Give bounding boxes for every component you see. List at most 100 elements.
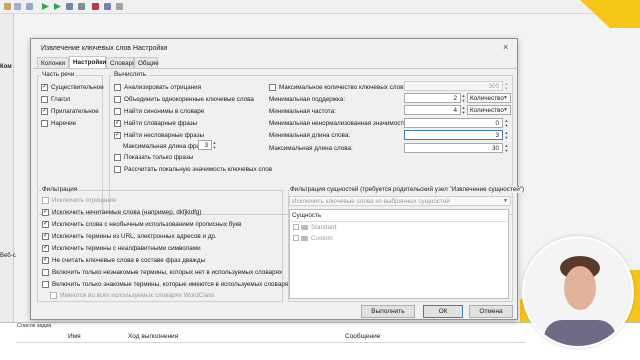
tab-columns[interactable]: Колонки [37, 57, 69, 68]
checkbox-exclude-negations[interactable] [42, 197, 49, 204]
nodes-icon[interactable] [104, 3, 111, 10]
checkbox-label: Найти несловарные фразы [124, 132, 205, 139]
cancel-button[interactable]: Отмена [469, 305, 513, 318]
entity-filter-title: Фильтрация сущностей (требуется родитель… [289, 186, 526, 193]
tree-item-custom[interactable]: Custom [311, 235, 333, 242]
palette-icon[interactable] [92, 3, 99, 10]
min-support-label: Минимальная поддержка: [269, 96, 346, 103]
folder-icon [301, 225, 308, 230]
min-support-unit-select[interactable]: Количество ▼ [467, 93, 511, 103]
step-icon[interactable] [66, 3, 73, 10]
close-icon[interactable]: × [503, 43, 508, 52]
tab-general[interactable]: Общие [134, 57, 159, 68]
dialog-title: Извлечение ключевых слов Настройки [41, 45, 168, 52]
checkbox-show-phrases-only[interactable] [114, 154, 121, 161]
checkbox-label: Показать только фразы [124, 154, 194, 161]
spin-arrows-icon[interactable]: ▲ ▼ [212, 140, 217, 150]
tab-divider [33, 68, 517, 69]
max-keywords-input[interactable]: 300 [404, 81, 503, 91]
checkbox-local-significance[interactable] [114, 166, 121, 173]
checkbox-label: Наречие [51, 120, 77, 127]
copy-icon[interactable] [26, 3, 33, 10]
min-word-length-input[interactable]: 3 [404, 130, 503, 140]
min-support-input[interactable]: 2 [404, 93, 461, 103]
column-header-message[interactable]: Сообщение [345, 333, 380, 340]
checkbox-exclude-unusual-case[interactable]: ✓ [42, 221, 49, 228]
select-value: Количество [470, 95, 504, 102]
spin-arrows-icon[interactable]: ▲ ▼ [461, 93, 466, 103]
min-frequency-unit-select[interactable]: Количество ▼ [467, 105, 511, 115]
tree-checkbox[interactable] [293, 235, 299, 241]
folder-icon [301, 236, 308, 241]
checkbox-only-known-terms[interactable] [42, 281, 49, 288]
checkbox-dictionary-phrases[interactable]: ✓ [114, 120, 121, 127]
checkbox-label: Имеются во всех используемых словарях Wo… [60, 292, 215, 299]
column-header-progress[interactable]: Ход выполнения [128, 333, 178, 340]
spin-arrows-icon[interactable]: ▲ ▼ [461, 105, 466, 115]
min-norm-significance-label: Минимальная ненормализованная значимость… [269, 120, 409, 127]
checkbox-label: Анализировать отрицания [124, 84, 202, 91]
checkbox-label: Включить только незнакомые термины, кото… [52, 269, 283, 276]
checkbox-noun[interactable]: ✓ [41, 84, 48, 91]
checkbox-label: Найти синонимы в словаре [124, 108, 205, 115]
checkbox-verb[interactable] [41, 96, 48, 103]
checkbox-exclude-urls[interactable]: ✓ [42, 233, 49, 240]
checkbox-only-unknown-terms[interactable] [42, 269, 49, 276]
stop-icon[interactable] [78, 3, 85, 10]
checkbox-label: Объединить однокоренные ключевые слова [124, 96, 254, 103]
checkbox-analyze-negations[interactable] [114, 84, 121, 91]
save-icon[interactable] [14, 3, 21, 10]
ok-button[interactable]: ОК [423, 305, 463, 318]
checkbox-adverb[interactable] [41, 120, 48, 127]
filtering-title: Фильтрация [41, 186, 79, 193]
max-word-length-input[interactable]: 30 [404, 143, 503, 153]
tab-dictionaries[interactable]: Словари [106, 57, 136, 68]
checkbox-label: Исключить отрицания [52, 197, 117, 204]
run-all-icon[interactable] [54, 3, 61, 10]
spin-arrows-icon[interactable]: ▲ ▼ [504, 118, 509, 128]
checkbox-no-double-count[interactable]: ✓ [42, 257, 49, 264]
checkbox-label: Найти словарные фразы [124, 120, 198, 127]
min-word-length-label: Минимальная длина слова: [269, 132, 351, 139]
max-phrase-length-input[interactable]: 3 [198, 140, 212, 150]
compute-title: Вычислить [113, 71, 148, 78]
min-norm-significance-input[interactable]: 0 [404, 118, 503, 128]
tab-settings[interactable]: Настройки [69, 56, 106, 68]
entity-tree[interactable]: Сущность Standard Custom [289, 209, 509, 299]
checkbox-all-wordclass[interactable] [50, 292, 57, 299]
checkbox-adjective[interactable]: ✓ [41, 108, 48, 115]
spin-arrows-icon[interactable]: ▲ ▼ [504, 81, 509, 91]
spin-arrows-icon[interactable]: ▲ ▼ [504, 130, 509, 140]
checkbox-merge-stems[interactable] [114, 96, 121, 103]
checkbox-label: Прилагательное [51, 108, 99, 115]
tasks-panel-title: Список задач [17, 323, 52, 329]
chevron-down-icon: ▼ [503, 95, 508, 101]
column-header-name[interactable]: Имя [68, 333, 81, 340]
settings-icon[interactable] [116, 3, 123, 10]
select-value: Исключить ключевые слова из выбранных су… [292, 198, 450, 205]
tree-item-standard[interactable]: Standard [311, 224, 337, 231]
max-phrase-length-label: Максимальная длина фразы [123, 143, 208, 150]
left-panel-strip [0, 14, 14, 322]
parts-of-speech-title: Часть речи [41, 71, 76, 78]
checkbox-label: Существительное [51, 84, 104, 91]
checkbox-exclude-unreadable[interactable]: ✓ [42, 209, 49, 216]
checkbox-exclude-non-alpha[interactable]: ✓ [42, 245, 49, 252]
select-value: Количество [470, 107, 504, 114]
tree-checkbox[interactable] [293, 224, 299, 230]
max-keywords-label: Максимальное количество ключевых слов: [279, 84, 406, 91]
run-icon[interactable] [42, 3, 49, 10]
apply-button[interactable]: Выполнить [361, 305, 415, 318]
folder-icon[interactable] [4, 3, 11, 10]
checkbox-label: Исключить термины из URL, электронных ад… [52, 233, 217, 240]
checkbox-label: Глагол [51, 96, 71, 103]
entity-filter-select[interactable]: Исключить ключевые слова из выбранных су… [289, 196, 511, 206]
left-panel-label-bottom: Веб-с [0, 253, 16, 259]
checkbox-max-keywords[interactable] [269, 84, 276, 91]
min-frequency-input[interactable]: 4 [404, 105, 461, 115]
checkbox-label: Рассчитать локальную значимость ключевых… [124, 166, 273, 173]
spin-arrows-icon[interactable]: ▲ ▼ [504, 143, 509, 153]
checkbox-label: Исключить слова с необычным использовани… [52, 221, 242, 228]
checkbox-non-dictionary-phrases[interactable]: ✓ [114, 132, 121, 139]
checkbox-find-synonyms[interactable] [114, 108, 121, 115]
